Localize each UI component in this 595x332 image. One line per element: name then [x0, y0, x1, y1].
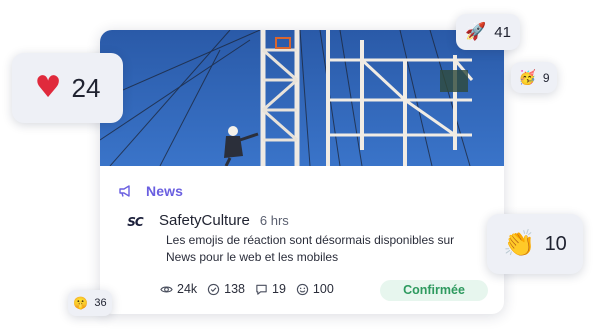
channel-label[interactable]: News [146, 183, 183, 199]
comments-count: 19 [272, 282, 286, 296]
comments-stat[interactable]: 19 [255, 282, 286, 296]
views-stat: 24k [160, 282, 197, 296]
shushing-face-icon: 🤫 [73, 296, 89, 310]
clapping-hands-icon: 👏 [503, 229, 536, 259]
stats-row: 24k 138 19 100 [160, 282, 344, 296]
rocket-icon: 🚀 [465, 21, 487, 42]
eye-icon [160, 286, 173, 292]
reaction-shush-bubble[interactable]: 🤫 36 [68, 290, 112, 316]
megaphone-icon [119, 185, 130, 197]
reaction-party-count: 9 [542, 70, 550, 85]
reaction-heart-count: 24 [71, 72, 101, 103]
author-name[interactable]: SafetyCulture [159, 212, 250, 229]
red-heart-icon: ♥ [34, 70, 62, 105]
reactions-count: 100 [312, 282, 334, 296]
reaction-shush-count: 36 [94, 297, 107, 309]
reaction-rocket-bubble[interactable]: 🚀 41 [456, 14, 520, 50]
comment-icon [256, 284, 267, 295]
reactions-stat[interactable]: 100 [296, 282, 334, 296]
post-time: 6 hrs [259, 212, 289, 228]
news-post-card[interactable]: News SC SafetyCulture 6 hrs Les emojis d… [100, 30, 504, 314]
partying-face-icon: 🥳 [518, 69, 536, 86]
smiley-icon [296, 283, 309, 295]
safetyculture-logo: SC [127, 215, 143, 229]
author-row: SC SafetyCulture 6 hrs [124, 207, 289, 233]
channel-row[interactable]: News [118, 183, 183, 199]
post-body: Les emojis de réaction sont désormais di… [166, 233, 455, 264]
views-count: 24k [177, 282, 198, 296]
reaction-clap-bubble[interactable]: 👏 10 [487, 214, 583, 274]
reads-stat: 138 [207, 282, 245, 296]
check-circle-icon [207, 283, 220, 295]
post-hero-image [100, 30, 504, 166]
reaction-clap-count: 10 [544, 232, 567, 255]
reaction-party-bubble[interactable]: 🥳 9 [511, 62, 557, 93]
reads-count: 138 [224, 282, 246, 296]
status-badge: Confirmée [380, 280, 488, 301]
reaction-rocket-count: 41 [494, 23, 511, 41]
reaction-heart-bubble[interactable]: ♥ 24 [12, 53, 123, 123]
